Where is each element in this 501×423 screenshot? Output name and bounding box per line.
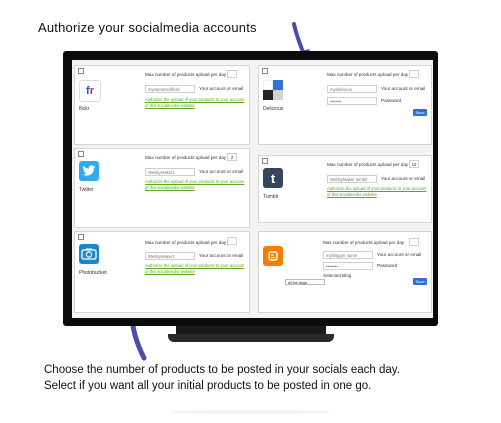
monitor-screen: fr flickr Max number of products upload … <box>72 60 433 318</box>
monitor-stand-base <box>168 334 334 342</box>
account-label: Your account or email <box>381 86 426 91</box>
panel-delicious: Delicious Max number of products upload … <box>258 65 432 145</box>
top-caption: Authorize your socialmedia accounts <box>38 20 257 35</box>
authorize-link[interactable]: Authorize the upload of your products to… <box>327 186 427 197</box>
photobucket-camera-icon <box>79 244 99 264</box>
enable-checkbox[interactable] <box>262 68 268 74</box>
authorize-link[interactable]: Authorize the upload of your products to… <box>145 263 245 274</box>
panel-twitter: Twitter Max number of products upload pe… <box>74 148 250 228</box>
max-products-input[interactable] <box>409 238 419 246</box>
authorize-link[interactable]: Authorize the upload of your products to… <box>145 179 245 190</box>
account-label: Your account or email <box>199 86 244 91</box>
account-label: Your account or email <box>381 176 426 181</box>
password-label: Password <box>381 98 402 103</box>
account-input[interactable]: mynametoreflickr <box>145 85 195 93</box>
max-products-label: Max number of products upload per day <box>323 240 405 245</box>
max-products-label: Max number of products upload per day <box>145 240 227 245</box>
blogger-icon <box>263 246 283 266</box>
bottom-caption: Choose the number of products to be post… <box>44 362 400 394</box>
tumblr-icon: t <box>263 168 283 188</box>
account-input[interactable]: myblogger name <box>323 251 373 259</box>
save-button[interactable]: Save <box>413 278 427 285</box>
panel-name: Tumblr <box>263 194 279 200</box>
flickr-icon: fr <box>79 80 101 102</box>
account-label: Your account or email <box>199 253 244 258</box>
enable-checkbox[interactable] <box>262 158 268 164</box>
blog-select[interactable]: all the blogs <box>285 279 325 285</box>
panel-name: Twitter <box>79 187 94 193</box>
panel-flickr: fr flickr Max number of products upload … <box>74 65 250 145</box>
panel-name: flickr <box>79 106 90 112</box>
save-button[interactable]: Save <box>413 109 427 116</box>
max-products-input[interactable] <box>227 237 237 245</box>
monitor-shadow <box>170 410 330 414</box>
panel-tumblr: t Tumblr Max number of products upload p… <box>258 155 432 223</box>
max-products-label: Max number of products upload per day <box>145 72 227 77</box>
max-products-input[interactable]: 2 <box>227 153 237 161</box>
panel-photobucket: Photobucket Max number of products uploa… <box>74 231 250 313</box>
max-products-input[interactable]: 10 <box>409 160 419 168</box>
max-products-label: Max number of products upload per day <box>145 155 227 160</box>
delicious-icon <box>263 80 283 100</box>
account-input[interactable]: WebbyMaker tumblr <box>327 175 377 183</box>
password-label: Password <box>377 263 398 268</box>
password-input[interactable]: •••••••• <box>327 97 377 105</box>
authorize-link[interactable]: Authorize the upload of your products to… <box>145 97 245 108</box>
max-products-input[interactable] <box>227 70 237 78</box>
panel-name: Delicious <box>263 106 284 112</box>
panel-name: Photobucket <box>79 270 107 276</box>
account-input[interactable]: mydelicious <box>327 85 377 93</box>
bottom-caption-line-2: Select if you want all your initial prod… <box>44 380 372 392</box>
account-label: Your account or email <box>377 252 422 257</box>
password-input[interactable]: •••••••• <box>323 262 373 270</box>
enable-checkbox[interactable] <box>78 68 84 74</box>
enable-checkbox[interactable] <box>78 234 84 240</box>
selected-blog-label: Selected Blog <box>323 273 352 278</box>
account-label: Your account or email <box>199 169 244 174</box>
max-products-label: Max number of products upload per day <box>327 72 409 77</box>
twitter-bird-icon <box>79 161 99 181</box>
enable-checkbox[interactable] <box>78 151 84 157</box>
bottom-caption-line-1: Choose the number of products to be post… <box>44 364 400 376</box>
account-input[interactable]: WebbyMaker1 <box>145 168 195 176</box>
max-products-label: Max number of products upload per day <box>327 162 409 167</box>
account-input[interactable]: WebbyMaker1 <box>145 252 195 260</box>
panel-blogger: Max number of products upload per day my… <box>258 231 432 313</box>
max-products-input[interactable] <box>409 70 419 78</box>
